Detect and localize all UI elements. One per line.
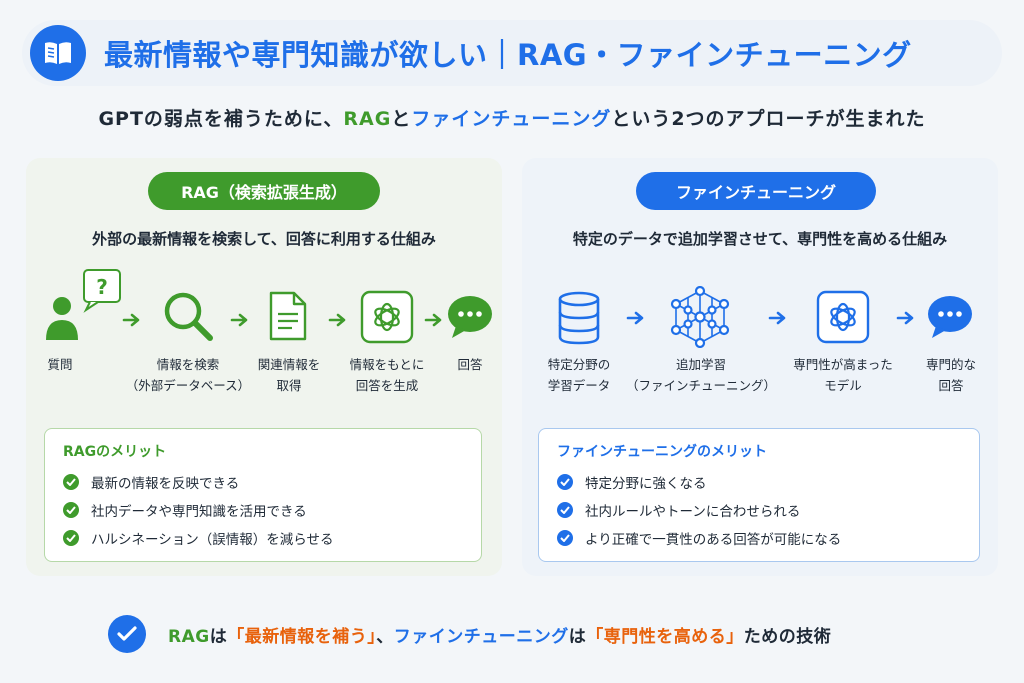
arrow-right-icon xyxy=(122,313,140,327)
arrow-right-icon xyxy=(768,311,786,325)
ai-logo-icon xyxy=(816,290,870,344)
arrow-right-icon xyxy=(896,311,914,325)
database-icon xyxy=(558,291,600,345)
rag-merit-box: RAGのメリット 最新の情報を反映できる 社内データや専門知識を活用できる ハル… xyxy=(44,428,482,562)
subtitle-ft: ファインチューニング xyxy=(411,108,612,130)
check-circle-icon xyxy=(108,615,146,653)
step-label: 追加学習 （ファインチューニング） xyxy=(626,357,777,393)
ft-panel: ファインチューニング 特定のデータで追加学習させて、専門性を高める仕組み 特定分… xyxy=(522,158,998,576)
subtitle-mid: と xyxy=(391,108,412,130)
check-icon xyxy=(557,502,573,518)
book-icon xyxy=(30,25,86,81)
ft-description: 特定のデータで追加学習させて、専門性を高める仕組み xyxy=(572,230,948,248)
arrow-right-icon xyxy=(424,313,442,327)
chat-bubble-icon xyxy=(448,296,492,338)
subtitle-pre: GPTの弱点を補うために、 xyxy=(98,108,344,130)
neural-network-icon xyxy=(670,286,730,348)
rag-merit-title: RAGのメリット xyxy=(63,444,167,460)
step-label: 質問 xyxy=(47,357,73,372)
rag-badge: RAG（検索拡張生成） xyxy=(148,172,380,210)
arrow-right-icon xyxy=(328,313,346,327)
step-label: 専門的な 回答 xyxy=(925,357,976,393)
subtitle: GPTの弱点を補うために、RAGとファインチューニングという2つのアプローチが生… xyxy=(0,104,1024,131)
step-label: 関連情報を 取得 xyxy=(257,357,321,393)
step-label: 専門性が高まった モデル xyxy=(793,357,893,393)
ft-merit-box: ファインチューニングのメリット 特定分野に強くなる 社内ルールやトーンに合わせら… xyxy=(538,428,980,562)
check-icon xyxy=(63,502,79,518)
subtitle-post: という2つのアプローチが生まれた xyxy=(611,108,926,130)
rag-description: 外部の最新情報を検索して、回答に利用する仕組み xyxy=(92,230,436,248)
check-icon xyxy=(557,474,573,490)
ft-merit-title: ファインチューニングのメリット xyxy=(557,444,767,460)
ft-badge: ファインチューニング xyxy=(636,172,876,210)
arrow-right-icon xyxy=(230,313,248,327)
step-label: 回答 xyxy=(457,357,483,372)
merit-item: 最新の情報を反映できる xyxy=(63,471,239,493)
search-icon xyxy=(164,292,213,341)
summary-line: RAGは「最新情報を補う」、ファインチューニングは「専門性を高める」ための技術 xyxy=(108,614,831,654)
user-question-icon: ? xyxy=(46,269,121,340)
summary-text: RAGは「最新情報を補う」、ファインチューニングは「専門性を高める」ための技術 xyxy=(168,626,832,647)
merit-item: 特定分野に強くなる xyxy=(557,471,707,493)
step-label: 情報を検索 （外部データベース） xyxy=(125,357,251,393)
step-label: 特定分野の 学習データ xyxy=(547,357,611,393)
merit-item: より正確で一貫性のある回答が可能になる xyxy=(557,527,841,549)
merit-item: 社内データや専門知識を活用できる xyxy=(63,499,307,521)
arrow-right-icon xyxy=(626,311,644,325)
rag-panel: RAG（検索拡張生成） 外部の最新情報を検索して、回答に利用する仕組み ? 質問… xyxy=(26,158,502,576)
ai-logo-icon xyxy=(360,290,414,344)
merit-item: ハルシネーション（誤情報）を減らせる xyxy=(63,527,333,549)
check-icon xyxy=(63,530,79,546)
document-icon xyxy=(269,291,307,341)
svg-text:?: ? xyxy=(96,275,108,299)
step-label: 情報をもとに 回答を生成 xyxy=(349,357,425,393)
check-icon xyxy=(63,474,79,490)
page-title: 最新情報や専門知識が欲しい｜RAG・ファインチューニング xyxy=(104,38,912,72)
merit-item: 社内ルールやトーンに合わせられる xyxy=(557,499,800,521)
subtitle-rag: RAG xyxy=(343,108,392,130)
check-icon xyxy=(557,530,573,546)
title-banner: 最新情報や専門知識が欲しい｜RAG・ファインチューニング xyxy=(22,20,1002,86)
chat-bubble-icon xyxy=(928,296,972,338)
